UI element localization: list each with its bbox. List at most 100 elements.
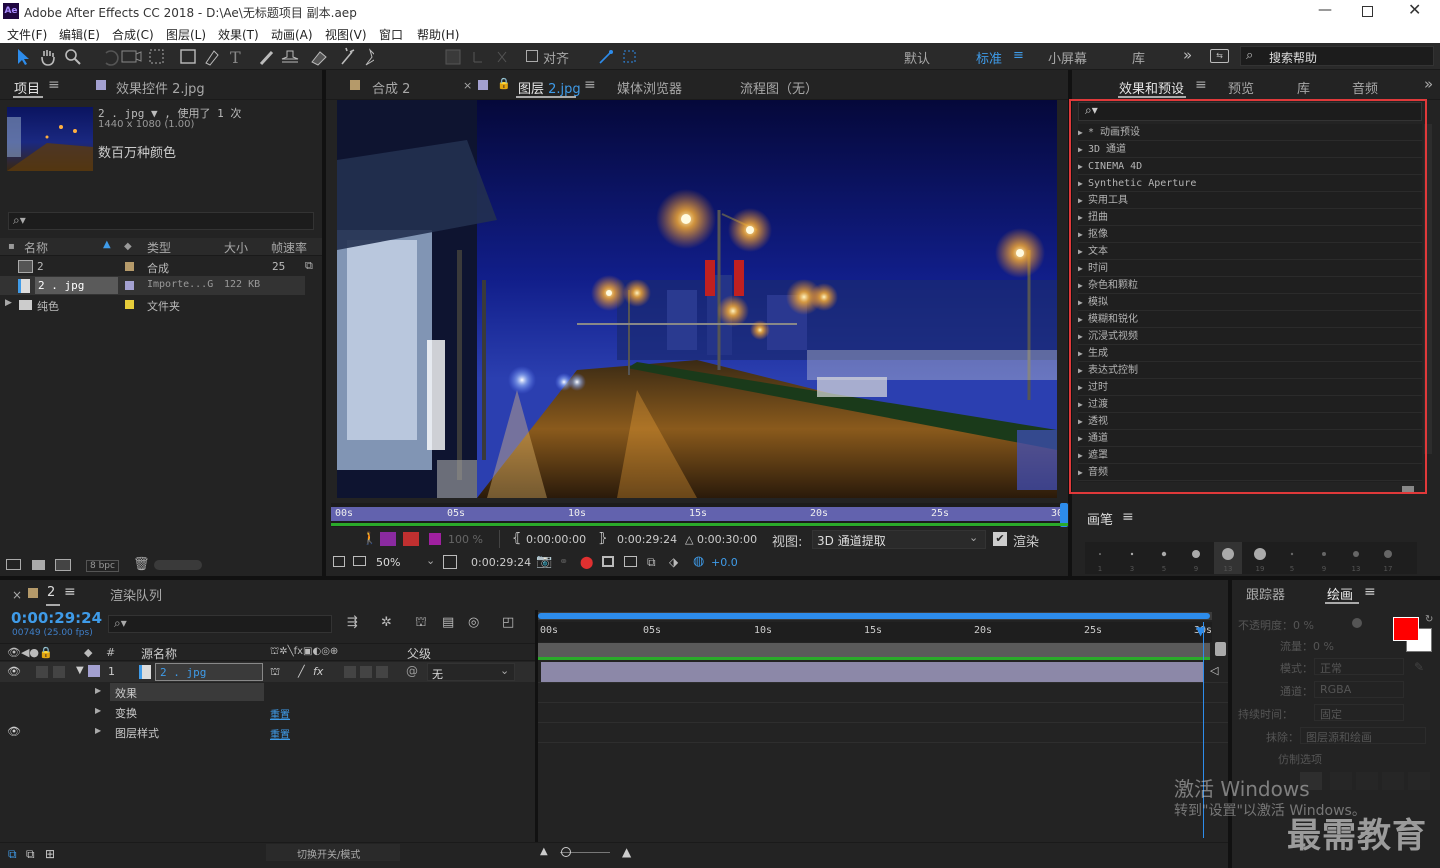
region-of-interest-icon[interactable] [602,556,614,567]
out-time[interactable]: 0:00:29:24 [617,533,677,546]
column-size[interactable]: 大小 [224,239,248,256]
flowchart-icon[interactable]: ⧉ [305,259,313,273]
tab-effect-controls[interactable]: 效果控件 2.jpg [116,78,205,97]
zoom-in-icon[interactable]: ▲ [622,845,631,859]
lock-icon[interactable]: 🔒 [497,77,511,90]
expand-arrow-icon[interactable]: ▶ [5,298,12,308]
frame-blending-icon[interactable]: ▤ [442,615,454,630]
menu-composition[interactable]: 合成(C) [112,26,154,43]
snap-checkbox[interactable] [526,50,538,62]
expand-arrow-icon[interactable]: ▶ [95,726,101,735]
graph-editor-icon[interactable]: ◰ [502,615,514,630]
composition-marker-icon[interactable]: ◁ [1210,664,1218,677]
zoom-slider-handle[interactable] [561,847,571,857]
new-folder-icon[interactable] [32,560,45,570]
timeline-menu-icon[interactable]: ≡ [64,584,76,600]
tab-media-browser[interactable]: 媒体浏览器 [617,78,682,97]
always-preview-icon[interactable] [333,556,345,567]
brush-tip-dots[interactable]: 1 3 5 9 13 19 5 9 13 17 [1085,542,1417,574]
zoom-value[interactable]: 50% [376,556,400,569]
time-navigator[interactable] [538,612,1212,620]
trash-icon[interactable]: 🗑 [133,557,150,572]
in-out-icon[interactable]: ⊞ [45,847,55,861]
property-row[interactable]: 👁 ▶ 图层样式 重置 [0,722,535,742]
out-point-icon[interactable]: ⦄ [598,531,608,546]
tab-effects-presets[interactable]: 效果和预设 [1119,78,1184,97]
current-time[interactable]: 0:00:29:24 [471,556,531,569]
solo-switch[interactable] [53,666,65,678]
tab-layer[interactable]: 图层 2.jpg [518,78,581,97]
menu-edit[interactable]: 编辑(E) [59,26,100,43]
tab-flowchart[interactable]: 流程图（无） [740,78,818,97]
transparency-grid-icon[interactable] [624,556,637,567]
tab-tracker[interactable]: 跟踪器 [1246,584,1285,603]
column-fps[interactable]: 帧速率 [271,239,307,256]
show-snapshot-icon[interactable]: ⚭ [559,555,568,568]
title-safe-icon[interactable] [443,555,457,569]
channel-color-icon[interactable] [429,533,441,545]
tab-audio[interactable]: 音频 [1352,78,1378,97]
project-menu-icon[interactable]: ≡ [48,77,60,93]
av-switches-icon[interactable]: 👁◀●🔒 [7,646,53,659]
project-row[interactable]: 2 . jpg Importe...G 122 KB [0,276,305,295]
workspace-small-screen[interactable]: 小屏幕 [1048,48,1087,67]
audio-switch[interactable] [36,666,48,678]
work-area-end-icon[interactable] [1215,642,1226,656]
duration-dropdown[interactable]: 固定 [1314,704,1404,721]
paint-menu-icon[interactable]: ≡ [1364,584,1376,600]
menu-file[interactable]: 文件(F) [7,26,47,43]
channel-dropdown[interactable]: RGBA [1314,681,1404,698]
clone-preset-button[interactable] [1408,772,1430,790]
exposure-icon[interactable]: ◍ [693,554,704,569]
collapse-arrow-icon[interactable]: ▼ [76,665,84,676]
monitor-icon[interactable] [353,556,366,566]
in-point-icon[interactable]: ⦃ [512,531,522,546]
sync-settings-icon[interactable]: ⇆ [1210,49,1229,63]
expand-arrow-icon[interactable]: ▶ [95,706,101,715]
tab-library[interactable]: 库 [1297,78,1310,97]
label-color-swatch[interactable] [88,665,100,677]
shy-layers-icon[interactable]: ⛫ [415,615,427,632]
workspace-library[interactable]: 库 [1132,48,1145,67]
render-checkbox[interactable]: ✔ [993,532,1007,546]
menu-effect[interactable]: 效果(T) [218,26,259,43]
view-dropdown[interactable]: 3D 通道提取 ⌄ [812,530,986,549]
tab-render-queue[interactable]: 渲染队列 [110,585,162,604]
brush-menu-icon[interactable]: ≡ [1122,509,1134,525]
project-bpc[interactable]: 8 bpc [86,560,119,572]
layer-switches-icon[interactable]: ⧉ [8,847,17,862]
tool-icons[interactable]: T [14,47,374,67]
flowchart-view-icon[interactable]: ⬗ [669,555,678,569]
eye-icon[interactable]: 👁 [7,725,21,738]
project-search-input[interactable]: ⌕▾ [8,212,314,230]
panel-overflow-icon[interactable]: » [1424,75,1433,93]
menu-window[interactable]: 窗口 [379,26,403,43]
snapshot-icon[interactable]: 📷 [536,554,552,569]
thumbnail-slider[interactable] [154,560,202,570]
pickwhip-icon[interactable]: @ [406,664,418,678]
interpret-footage-icon[interactable] [6,559,21,570]
tab-paint[interactable]: 绘画 [1327,584,1353,603]
close-tab-icon[interactable]: × [463,79,472,92]
parent-header[interactable]: 父级 [407,645,431,662]
comp-mini-flowchart-icon[interactable]: ⇶ [347,615,358,630]
clone-preset-button[interactable] [1330,772,1352,790]
exposure-value[interactable]: +0.0 [711,556,738,569]
layer-row[interactable]: 👁 ▼ 1 2 . jpg ⛫ ╱ fx @ 无 ⌄ [0,662,535,682]
toggle-switch-modes-button[interactable]: 切换开关/模式 [266,844,400,861]
in-time[interactable]: 0:00:00:00 [526,533,586,546]
menu-layer[interactable]: 图层(L) [166,26,206,43]
label-color-swatch[interactable] [125,300,134,309]
clone-preset-button[interactable] [1356,772,1378,790]
project-row[interactable]: ▶ 纯色 文件夹 [0,295,322,314]
reset-link[interactable]: 重置 [270,726,290,741]
close-tab-icon[interactable]: × [12,588,22,602]
viewer-image[interactable] [337,100,1057,498]
label-color-swatch[interactable] [125,262,134,271]
work-area-bar[interactable] [538,643,1210,657]
switches-header-icon[interactable]: ⛫✲╲fx▣◐◎⊕ [270,646,338,659]
label-color-swatch[interactable] [125,281,134,290]
layer-name-field[interactable]: 2 . jpg [155,663,263,681]
timeline-timecode[interactable]: 0:00:29:24 [11,609,102,627]
minimize-button[interactable]: — [1318,2,1332,18]
